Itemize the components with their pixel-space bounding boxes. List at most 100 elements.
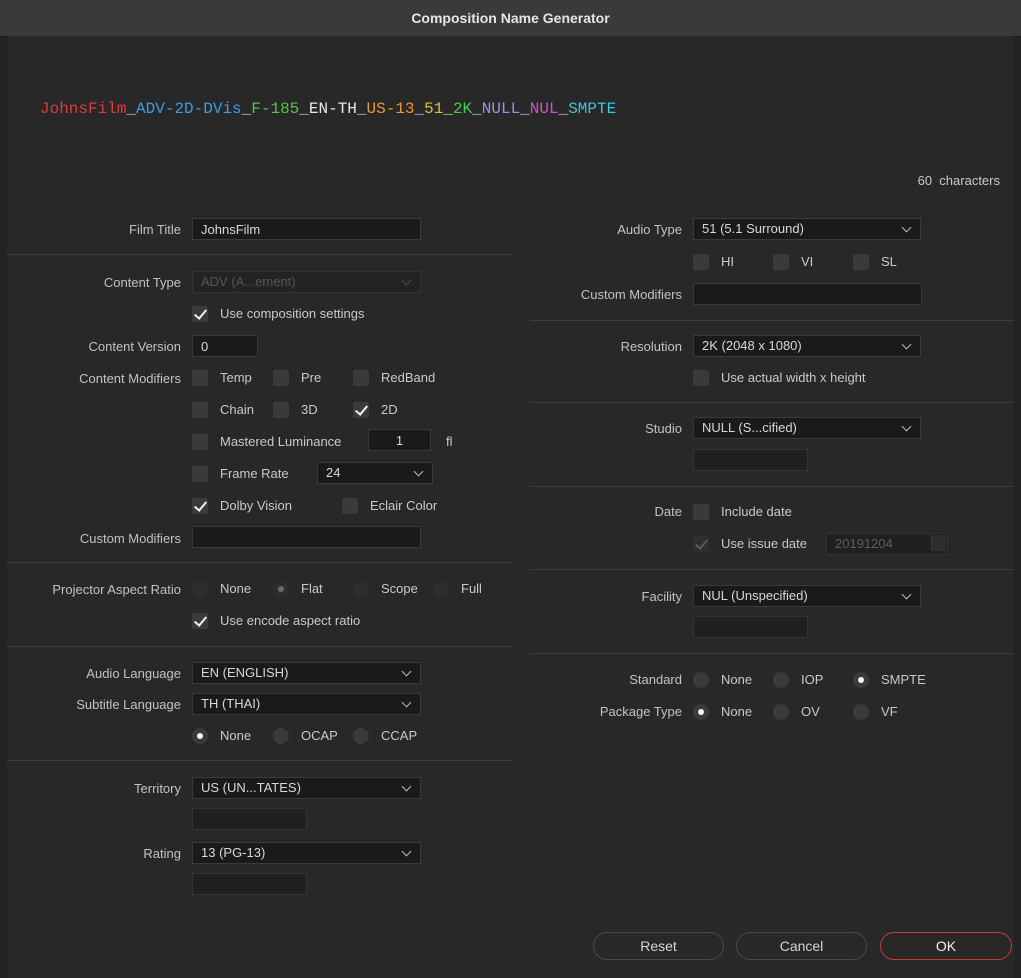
film-title-input[interactable] — [192, 218, 421, 240]
name-segment: ADV-2D-DVis — [136, 100, 242, 118]
hi-label: HI — [721, 254, 734, 269]
divider — [530, 653, 1014, 654]
character-count-value: 60 — [917, 173, 933, 188]
chevron-down-icon — [901, 421, 912, 432]
3d-checkbox[interactable] — [273, 402, 289, 418]
subtitle-ccap-radio[interactable] — [353, 728, 369, 744]
chain-checkbox[interactable] — [192, 402, 208, 418]
use-encode-aspect-checkbox[interactable] — [192, 613, 208, 629]
name-segment: NULL — [481, 100, 521, 118]
subtitle-ocap-label: OCAP — [301, 728, 338, 743]
standard-none-radio[interactable] — [693, 672, 709, 688]
territory-select[interactable]: US (UN...TATES) — [192, 777, 421, 799]
subtitle-language-label: Subtitle Language — [76, 697, 181, 712]
pre-checkbox[interactable] — [273, 370, 289, 386]
mastered-luminance-checkbox[interactable] — [192, 434, 208, 450]
issue-date-field[interactable]: 20191204 — [826, 533, 948, 555]
standard-iop-radio[interactable] — [773, 672, 789, 688]
subtitle-none-radio[interactable] — [192, 728, 208, 744]
right-custom-modifiers-input[interactable] — [693, 283, 922, 305]
divider — [7, 254, 513, 255]
resolution-select[interactable]: 2K (2048 x 1080) — [693, 335, 921, 357]
redband-checkbox[interactable] — [353, 370, 369, 386]
resolution-value: 2K (2048 x 1080) — [702, 338, 802, 353]
window-title-bar: Composition Name Generator — [0, 0, 1021, 37]
subtitle-language-select[interactable]: TH (THAI) — [192, 693, 421, 715]
standard-smpte-label: SMPTE — [881, 672, 926, 687]
package-vf-radio[interactable] — [853, 704, 869, 720]
pre-label: Pre — [301, 370, 322, 385]
standard-smpte-radio[interactable] — [853, 672, 869, 688]
audio-type-select[interactable]: 51 (5.1 Surround) — [693, 218, 921, 240]
eclair-color-checkbox[interactable] — [342, 498, 358, 514]
date-picker-icon[interactable] — [931, 535, 946, 551]
mastered-luminance-input[interactable] — [368, 429, 431, 451]
window-title: Composition Name Generator — [411, 10, 610, 26]
ok-button[interactable]: OK — [880, 932, 1012, 960]
projector-aspect-ratio-label: Projector Aspect Ratio — [52, 582, 181, 597]
rating-select[interactable]: 13 (PG-13) — [192, 842, 421, 864]
content-type-value: ADV (A...ement) — [201, 274, 296, 289]
mastered-luminance-unit: fl — [446, 434, 453, 449]
territory-extra-input[interactable] — [192, 808, 307, 830]
chevron-down-icon — [901, 589, 912, 600]
studio-extra-input[interactable] — [693, 449, 808, 471]
generated-name-preview: JohnsFilm_ADV-2D-DVis_F-185_EN-TH_US-13_… — [40, 100, 616, 118]
2d-label: 2D — [381, 402, 398, 417]
eclair-color-label: Eclair Color — [370, 498, 438, 513]
chain-label: Chain — [220, 402, 254, 417]
facility-value: NUL (Unspecified) — [702, 588, 808, 603]
hi-checkbox[interactable] — [693, 254, 709, 270]
name-segment: _ — [241, 100, 252, 118]
issue-date-value: 20191204 — [835, 536, 893, 551]
aspect-flat-radio[interactable] — [273, 581, 289, 597]
custom-modifiers-label: Custom Modifiers — [79, 531, 181, 546]
facility-extra-input[interactable] — [693, 616, 808, 638]
content-version-input[interactable] — [192, 335, 258, 357]
dolby-vision-checkbox[interactable] — [192, 498, 208, 514]
studio-select[interactable]: NULL (S...cified) — [693, 417, 921, 439]
package-none-radio[interactable] — [693, 704, 709, 720]
vi-checkbox[interactable] — [773, 254, 789, 270]
frame-rate-select[interactable]: 24 — [317, 462, 433, 484]
chevron-down-icon — [401, 697, 412, 708]
name-segment: SMPTE — [568, 100, 617, 118]
sl-checkbox[interactable] — [853, 254, 869, 270]
include-date-checkbox[interactable] — [693, 504, 709, 520]
use-actual-size-checkbox[interactable] — [693, 370, 709, 386]
name-segment: _ — [472, 100, 482, 118]
audio-language-select[interactable]: EN (ENGLISH) — [192, 662, 421, 684]
subtitle-ccap-label: CCAP — [381, 728, 418, 743]
use-composition-settings-checkbox[interactable] — [192, 306, 208, 322]
character-count: 60 characters — [918, 173, 1000, 188]
content-type-select[interactable]: ADV (A...ement) — [192, 271, 421, 293]
dialog-body: JohnsFilm_ADV-2D-DVis_F-185_EN-TH_US-13_… — [7, 36, 1014, 978]
divider — [7, 646, 513, 647]
2d-checkbox[interactable] — [353, 402, 369, 418]
name-segment: _ — [443, 100, 453, 118]
aspect-full-radio[interactable] — [433, 581, 449, 597]
aspect-scope-radio[interactable] — [353, 581, 369, 597]
aspect-full-label: Full — [461, 581, 482, 596]
aspect-scope-label: Scope — [381, 581, 418, 596]
facility-select[interactable]: NUL (Unspecified) — [693, 585, 921, 607]
divider — [7, 760, 513, 761]
aspect-none-radio[interactable] — [192, 581, 208, 597]
divider — [530, 486, 1014, 487]
frame-rate-label: Frame Rate — [220, 466, 289, 481]
standard-label: Standard — [629, 672, 682, 687]
name-segment: EN-TH — [308, 100, 357, 118]
name-segment: 51 — [424, 100, 444, 118]
package-ov-radio[interactable] — [773, 704, 789, 720]
custom-modifiers-input[interactable] — [192, 526, 421, 548]
rating-extra-input[interactable] — [192, 873, 307, 895]
content-type-label: Content Type — [103, 275, 181, 290]
cancel-button[interactable]: Cancel — [736, 932, 867, 960]
sl-label: SL — [881, 254, 897, 269]
use-issue-date-checkbox[interactable] — [693, 536, 709, 552]
chevron-down-icon — [401, 666, 412, 677]
frame-rate-checkbox[interactable] — [192, 466, 208, 482]
subtitle-ocap-radio[interactable] — [273, 728, 289, 744]
reset-button[interactable]: Reset — [593, 932, 724, 960]
temp-checkbox[interactable] — [192, 370, 208, 386]
